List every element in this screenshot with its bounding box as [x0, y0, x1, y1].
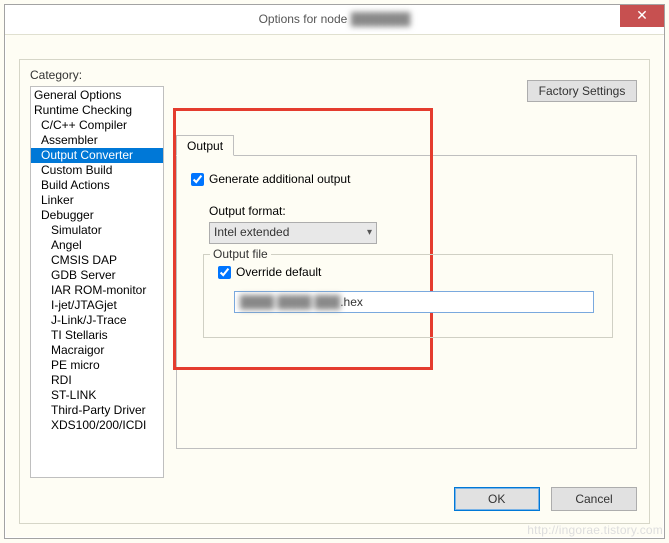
- dialog-buttons: OK Cancel: [446, 487, 637, 511]
- category-item[interactable]: IAR ROM-monitor: [31, 283, 163, 298]
- category-item[interactable]: Assembler: [31, 133, 163, 148]
- override-default-input[interactable]: [218, 266, 231, 279]
- factory-settings-button[interactable]: Factory Settings: [527, 80, 637, 102]
- category-item[interactable]: Macraigor: [31, 343, 163, 358]
- category-item[interactable]: Build Actions: [31, 178, 163, 193]
- tab-area: Output Generate additional output Output…: [176, 134, 637, 449]
- category-item[interactable]: Linker: [31, 193, 163, 208]
- output-file-input[interactable]: ████ ████ ███.hex: [234, 291, 594, 313]
- window-title: Options for node ███████: [259, 11, 411, 26]
- tab-output[interactable]: Output: [176, 135, 234, 156]
- category-item[interactable]: Angel: [31, 238, 163, 253]
- tab-header: Output: [176, 134, 637, 155]
- cancel-button[interactable]: Cancel: [551, 487, 637, 511]
- category-item[interactable]: Custom Build: [31, 163, 163, 178]
- category-item[interactable]: ST-LINK: [31, 388, 163, 403]
- close-button[interactable]: ✕: [620, 5, 664, 27]
- output-format-label: Output format:: [209, 204, 286, 218]
- category-item[interactable]: RDI: [31, 373, 163, 388]
- output-file-legend: Output file: [210, 247, 271, 261]
- category-item[interactable]: Simulator: [31, 223, 163, 238]
- dialog-body: Category: General OptionsRuntime Checkin…: [19, 59, 650, 524]
- category-item[interactable]: Third-Party Driver: [31, 403, 163, 418]
- category-label: Category:: [30, 68, 82, 82]
- category-item[interactable]: General Options: [31, 88, 163, 103]
- category-item[interactable]: Debugger: [31, 208, 163, 223]
- ok-button[interactable]: OK: [454, 487, 540, 511]
- tab-panel-output: Generate additional output Output format…: [176, 155, 637, 449]
- category-item[interactable]: C/C++ Compiler: [31, 118, 163, 133]
- category-item[interactable]: I-jet/JTAGjet: [31, 298, 163, 313]
- titlebar: Options for node ███████ ✕: [5, 5, 664, 35]
- generate-output-checkbox[interactable]: Generate additional output: [191, 172, 350, 186]
- output-format-value: Intel extended: [214, 225, 289, 239]
- chevron-down-icon: ▾: [367, 227, 372, 238]
- override-default-label: Override default: [236, 265, 321, 279]
- category-item[interactable]: Runtime Checking: [31, 103, 163, 118]
- category-item[interactable]: TI Stellaris: [31, 328, 163, 343]
- generate-output-label: Generate additional output: [209, 172, 350, 186]
- output-format-select[interactable]: Intel extended ▾: [209, 222, 377, 244]
- window-frame: Options for node ███████ ✕ Category: Gen…: [4, 4, 665, 539]
- category-item[interactable]: GDB Server: [31, 268, 163, 283]
- category-item[interactable]: Output Converter: [31, 148, 163, 163]
- generate-output-input[interactable]: [191, 173, 204, 186]
- override-default-checkbox[interactable]: Override default: [218, 265, 321, 279]
- category-item[interactable]: CMSIS DAP: [31, 253, 163, 268]
- category-item[interactable]: J-Link/J-Trace: [31, 313, 163, 328]
- output-file-group: Output file Override default ████ ████ █…: [203, 254, 613, 338]
- category-item[interactable]: PE micro: [31, 358, 163, 373]
- category-list[interactable]: General OptionsRuntime CheckingC/C++ Com…: [30, 86, 164, 478]
- category-item[interactable]: XDS100/200/ICDI: [31, 418, 163, 433]
